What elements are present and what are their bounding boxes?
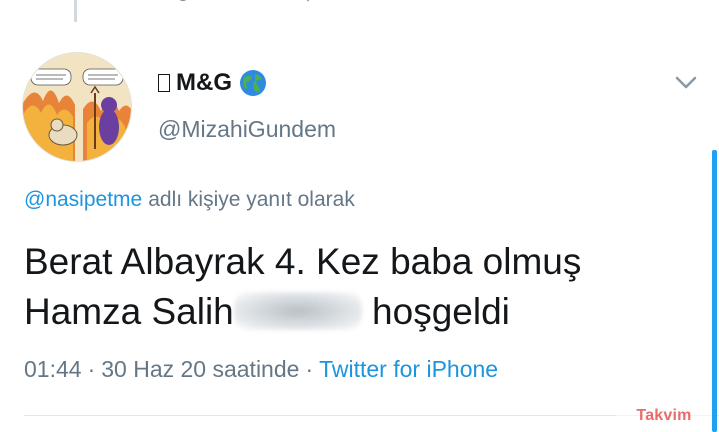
reply-icon[interactable] [170, 0, 194, 10]
watermark-text: Takvim [636, 407, 692, 424]
unsupported-glyph-box-icon [158, 74, 170, 92]
retweet-icon[interactable] [300, 0, 324, 10]
watermark-logo: Takvim [616, 404, 712, 428]
thread-connector-line [74, 0, 77, 22]
share-icon[interactable] [590, 0, 614, 10]
tweet-source-link[interactable]: Twitter for iPhone [319, 356, 498, 383]
like-icon[interactable] [445, 0, 469, 10]
blurred-redaction [233, 292, 362, 330]
avatar[interactable] [22, 52, 132, 162]
reply-context: @nasipetme adlı kişiye yanıt olarak [24, 188, 355, 212]
tweet-time[interactable]: 01:44 [24, 356, 82, 383]
chevron-down-icon[interactable] [673, 70, 699, 94]
tweet-date[interactable]: 30 Haz 20 saatinde [101, 356, 299, 383]
tweet-text-line-2-start: Hamza Salih [24, 291, 234, 332]
globe-icon [240, 70, 266, 96]
tweet-text-line-2-end: hoşgeldi [372, 291, 510, 332]
divider [24, 415, 719, 416]
display-name-text: M&G [176, 69, 232, 96]
previous-tweet-action-bar [0, 0, 719, 22]
reply-mention-link[interactable]: @nasipetme [24, 188, 142, 212]
scrollbar[interactable] [712, 150, 717, 432]
tweet-text-line-2: Hamza Salih hoşgeldi [24, 287, 704, 337]
meta-separator-1: · [87, 356, 96, 382]
tweet-metadata: 01:44 · 30 Haz 20 saatinde · Twitter for… [24, 356, 498, 383]
tweet-text: Berat Albayrak 4. Kez baba olmuş Hamza S… [24, 237, 704, 337]
tweet-text-line-1: Berat Albayrak 4. Kez baba olmuş [24, 241, 582, 282]
cartoon-avatar-image [23, 53, 131, 161]
reply-context-text: adlı kişiye yanıt olarak [148, 188, 355, 211]
meta-separator-2: · [305, 356, 314, 382]
display-name[interactable]: M&G [158, 66, 268, 100]
user-handle[interactable]: @MizahiGundem [158, 116, 336, 143]
